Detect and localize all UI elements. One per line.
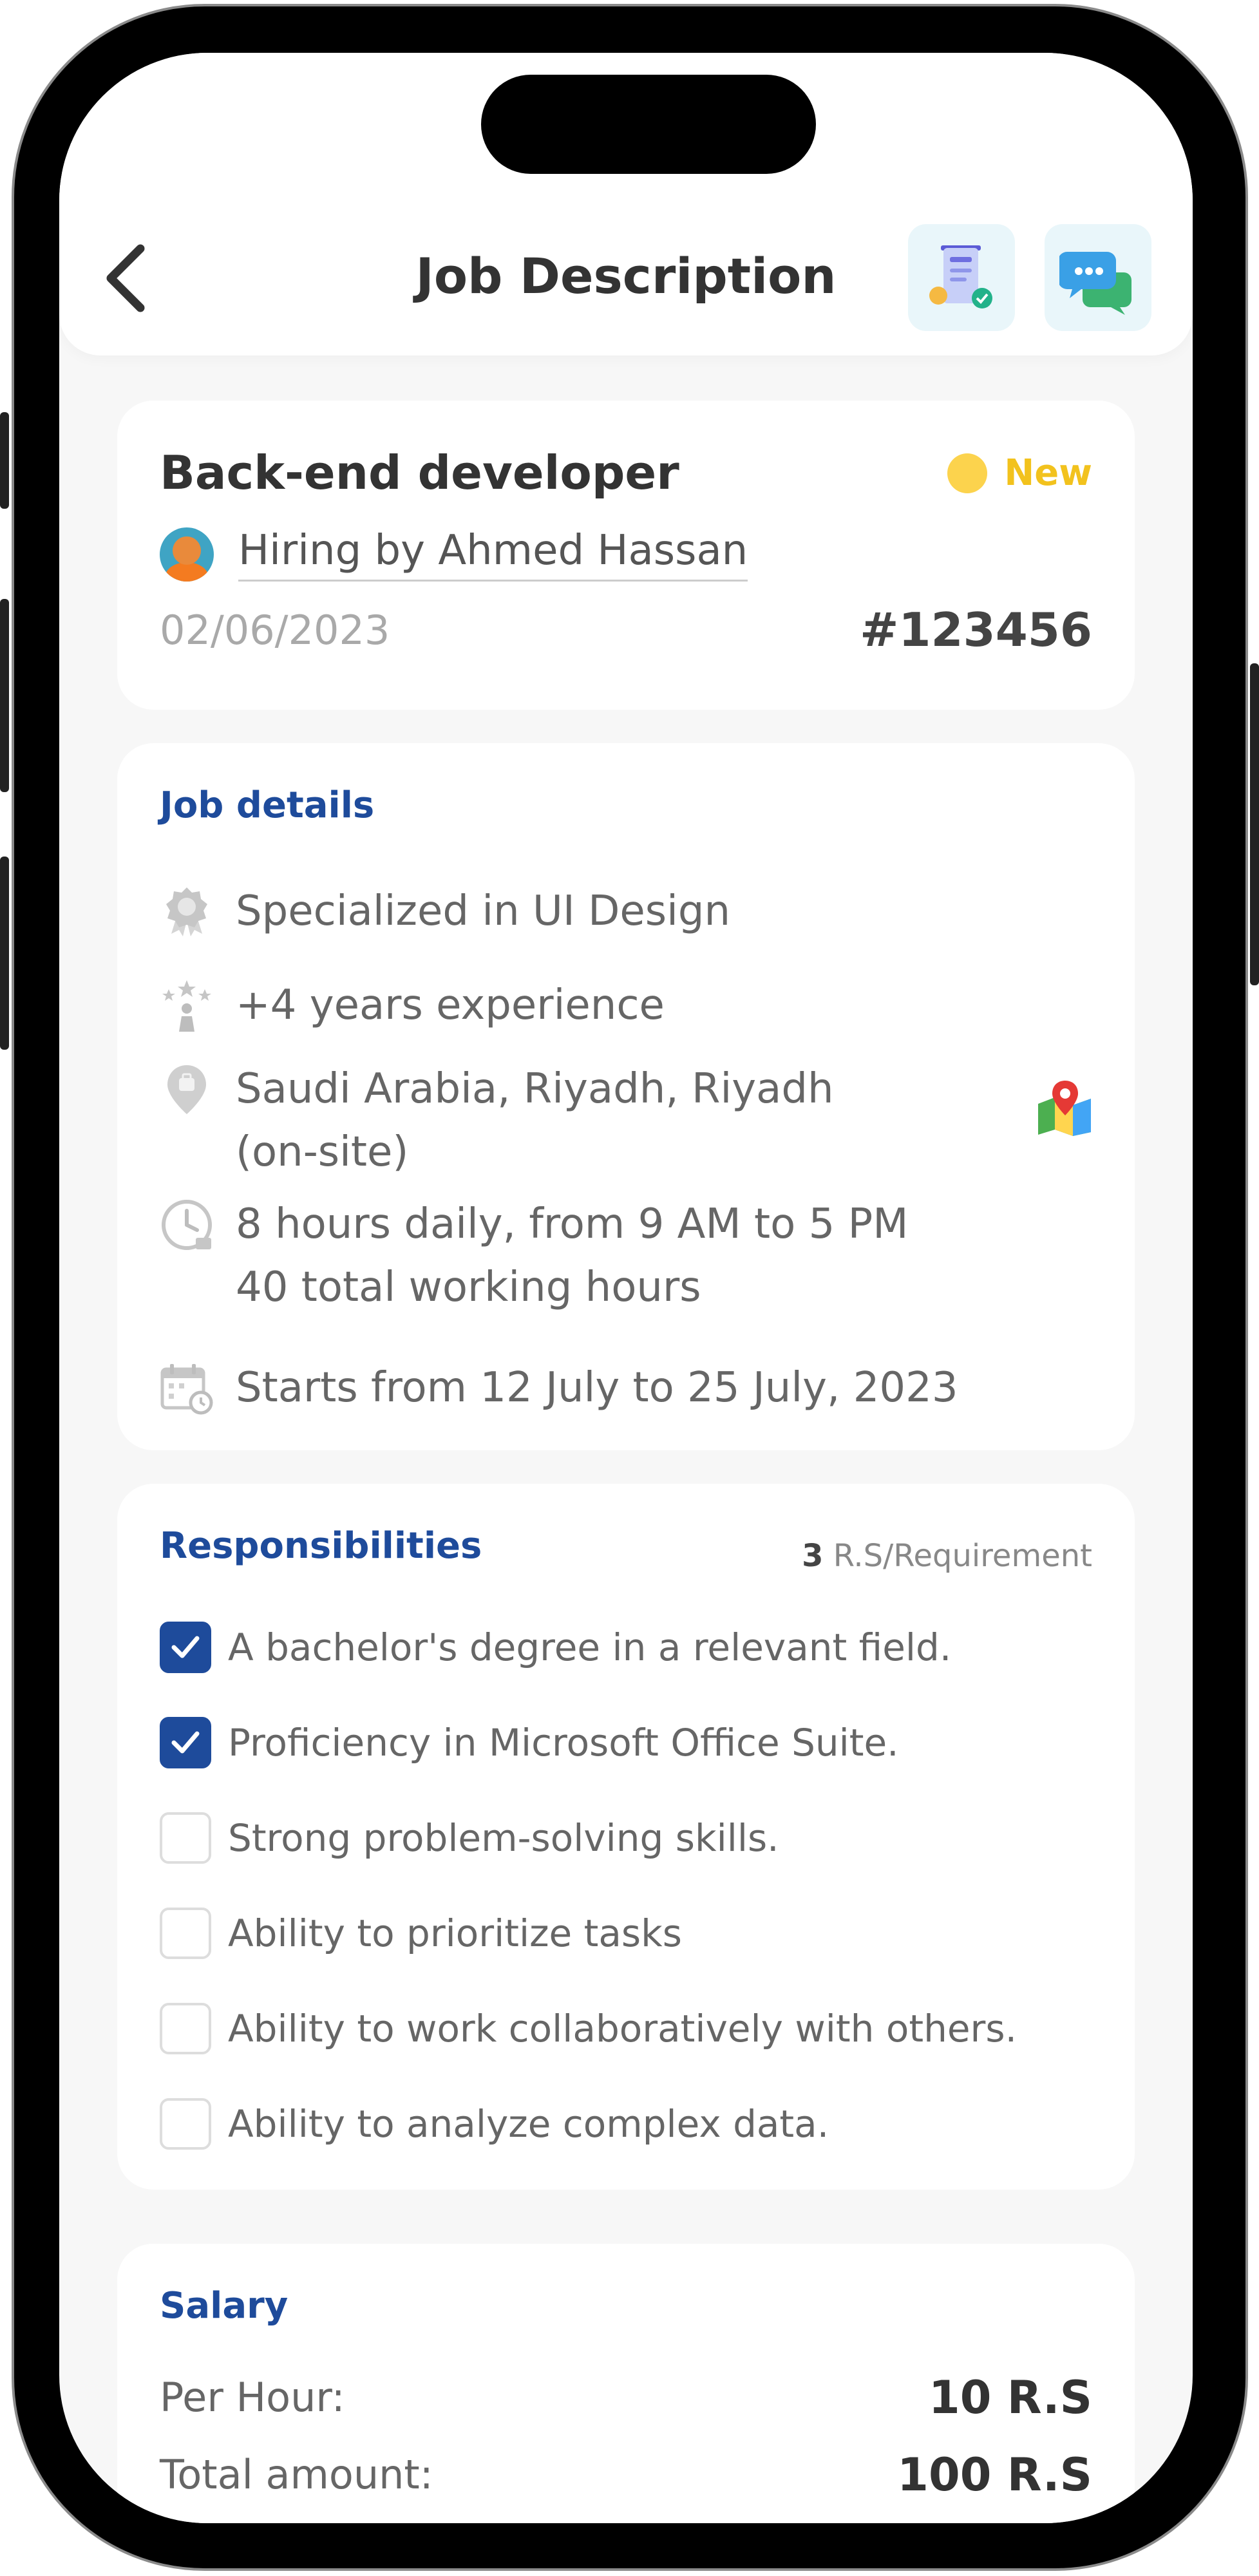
job-date: 02/06/2023 [160,607,390,654]
detail-location: Saudi Arabia, Riyadh, Riyadh (on-site) [160,1063,1092,1184]
requirement-text: Proficiency in Microsoft Office Suite. [228,1721,899,1765]
requirement-item[interactable]: A bachelor's degree in a relevant field. [160,1622,1092,1673]
per-hour-value: 10 R.S [929,2371,1092,2424]
job-title: Back-end developer [160,446,679,500]
requirement-item[interactable]: Proficiency in Microsoft Office Suite. [160,1717,1092,1768]
specialization-text: Specialized in UI Design [236,887,731,935]
volume-up-button [0,599,9,792]
requirement-text: Ability to prioritize tasks [228,1911,682,1955]
hiring-by-link[interactable]: Hiring by Ahmed Hassan [238,527,748,582]
requirement-item[interactable]: Ability to prioritize tasks [160,1908,1092,1959]
per-hour-label: Per Hour: [160,2374,345,2421]
header: Job Description [59,53,1193,355]
status-text: New [1004,452,1092,494]
dates-text: Starts from 12 July to 25 July, 2023 [236,1364,958,1412]
job-id: #123456 [860,603,1092,657]
dynamic-island [481,75,816,174]
job-summary-card: Back-end developer New Hiring by Ahmed H… [117,401,1135,710]
calendar-icon [160,1364,213,1415]
total-amount-value: 100 R.S [897,2448,1092,2501]
map-icon[interactable] [1036,1078,1093,1136]
requirement-text: Ability to work collaboratively with oth… [228,2007,1018,2050]
requirement-checkbox[interactable] [160,2098,211,2150]
hours-line2: 40 total working hours [236,1264,701,1311]
total-amount-label: Total amount: [160,2451,433,2498]
invoice-button[interactable] [908,224,1015,331]
requirement-text: A bachelor's degree in a relevant field. [228,1625,952,1669]
experience-text: +4 years experience [236,981,665,1029]
requirement-count: 3 [802,1538,824,1574]
experience-stars-icon [162,980,211,1032]
detail-specialization: Specialized in UI Design [160,885,1092,943]
section-title: Responsibilities [160,1525,482,1567]
detail-experience: +4 years experience [160,979,1092,1037]
requirement-item[interactable]: Ability to analyze complex data. [160,2098,1092,2150]
chat-button[interactable] [1045,224,1151,331]
hours-line1: 8 hours daily, from 9 AM to 5 PM [236,1200,909,1248]
location-pin-icon [167,1065,206,1114]
status-badge: New [947,452,1092,494]
hours-text: 8 hours daily, from 9 AM to 5 PM 40 tota… [236,1193,908,1319]
salary-card: Salary Per Hour: 10 R.S Total amount: 10… [117,2244,1135,2523]
volume-down-button [0,857,9,1050]
requirement-checkbox[interactable] [160,1908,211,1959]
detail-dates: Starts from 12 July to 25 July, 2023 [160,1361,1092,1419]
requirement-text: Strong problem-solving skills. [228,1816,779,1860]
requirement-item[interactable]: Ability to work collaboratively with oth… [160,2003,1092,2054]
requirement-checkbox[interactable] [160,2003,211,2054]
avatar [160,527,214,582]
app-screen: Job Description Back-end developer New H… [59,53,1193,2523]
requirement-suffix: R.S/Requirement [823,1538,1092,1574]
responsibilities-card: Responsibilities 3 R.S/Requirement A bac… [117,1484,1135,2190]
chat-bubble-icon [1059,252,1131,315]
requirement-checkbox-checked[interactable] [160,1622,211,1673]
requirement-rate: 3 R.S/Requirement [802,1538,1092,1574]
requirement-checkbox-checked[interactable] [160,1717,211,1768]
action-button [0,412,9,509]
hiring-by[interactable]: Hiring by Ahmed Hassan [160,527,748,582]
requirement-text: Ability to analyze complex data. [228,2102,829,2146]
requirement-checkbox[interactable] [160,1812,211,1864]
power-button [1250,663,1259,985]
badge-icon [166,887,207,936]
clock-icon [162,1200,212,1250]
section-title: Job details [160,784,375,826]
checkmark-icon [171,1636,200,1658]
detail-hours: 8 hours daily, from 9 AM to 5 PM 40 tota… [160,1198,1092,1319]
location-text: Saudi Arabia, Riyadh, Riyadh (on-site) [236,1057,834,1184]
status-dot-icon [947,453,988,493]
location-line1: Saudi Arabia, Riyadh, Riyadh [236,1065,834,1113]
location-line2: (on-site) [236,1128,409,1176]
checkmark-icon [171,1731,200,1754]
page-title: Job Description [415,247,837,305]
section-title: Salary [160,2285,289,2327]
job-details-card: Job details Specialized in UI Design +4 … [117,743,1135,1450]
requirement-item[interactable]: Strong problem-solving skills. [160,1812,1092,1864]
invoice-icon [929,245,992,308]
